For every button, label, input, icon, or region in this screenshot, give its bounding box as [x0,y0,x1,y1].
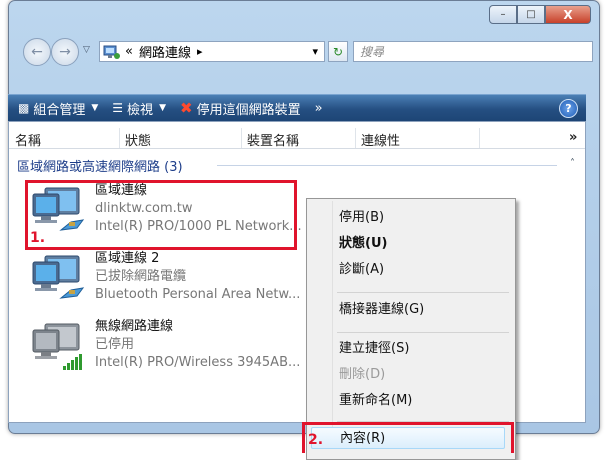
network-connection-icon [32,255,85,299]
column-status[interactable]: 狀態 [125,130,151,149]
close-button[interactable]: X [545,5,591,24]
address-row: ← → ▽ « 網路連線 ▸ ▾ ↻ 搜尋 [23,37,599,67]
connection-device: Intel(R) PRO/Wireless 3945AB... [95,355,301,370]
menu-item-delete: 刪除(D) [339,367,386,382]
column-divider[interactable] [241,128,242,148]
wireless-connection-icon [32,323,82,370]
crumb-arrow-icon[interactable]: ▸ [197,45,203,58]
address-bar[interactable]: « 網路連線 ▸ ▾ [99,41,325,62]
list-item[interactable]: 無線網路連線 已停用 Intel(R) PRO/Wireless 3945AB.… [29,318,329,378]
connection-name: 區域連線 2 [95,251,160,266]
group-header[interactable]: 區域網路或高速網際網路 (3) ˄ [17,156,579,175]
column-divider[interactable] [119,128,120,148]
column-name[interactable]: 名稱 [15,130,41,149]
menu-item-bridge[interactable]: 橋接器連線(G) [339,299,424,321]
step-2-label: 2. [308,432,324,448]
disable-device-label: 停用這個網路裝置 [196,102,301,118]
network-folder-icon [103,45,120,59]
connection-status: 已停用 [95,337,135,352]
column-divider[interactable] [355,128,356,148]
menu-separator [337,332,509,333]
more-commands-button[interactable]: » [315,101,323,116]
refresh-icon: ↻ [332,44,344,59]
views-icon: ☰ [112,101,124,115]
column-header-row: 名稱 狀態 裝置名稱 連線性 » [9,128,585,149]
maximize-button[interactable]: □ [517,5,545,24]
views-label: 檢視 [127,102,154,118]
menu-gutter [332,201,333,449]
connection-name: 無線網路連線 [95,319,174,334]
minimize-button[interactable]: – [489,5,517,24]
search-input[interactable]: 搜尋 [353,41,593,62]
menu-item-diagnose[interactable]: 診斷(A) [339,259,384,281]
step-1-label: 1. [30,230,46,246]
organize-icon: ▩ [18,101,30,115]
menu-item-create-shortcut[interactable]: 建立捷徑(S) [339,338,409,360]
item-text: 區域連線 2 已拔除網路電纜 Bluetooth Personal Area N… [95,250,300,304]
refresh-button[interactable]: ↻ [328,41,348,62]
chevron-down-icon: ▼ [159,103,166,113]
forward-button[interactable]: → [51,38,79,66]
menu-item-status[interactable]: 狀態(U) [339,233,387,255]
chevron-down-icon: ▼ [91,103,99,113]
recent-pages-dropdown-icon[interactable]: ▽ [83,45,90,55]
help-icon[interactable]: ? [559,99,578,118]
highlight-box-step-2 [302,422,514,453]
item-text: 無線網路連線 已停用 Intel(R) PRO/Wireless 3945AB.… [95,318,300,372]
context-menu: 停用(B) 狀態(U) 診斷(A) 橋接器連線(G) 建立捷徑(S) 刪除(D)… [306,198,516,460]
caption-buttons: – □ X [489,5,591,24]
column-connectivity[interactable]: 連線性 [361,130,400,149]
column-device-name[interactable]: 裝置名稱 [247,130,299,149]
address-dropdown-icon[interactable]: ▾ [312,45,318,58]
organize-button[interactable]: ▩ 組合管理 ▼ [18,99,98,118]
collapse-chevron-icon[interactable]: ˄ [570,158,575,169]
highlight-box-step-1 [25,180,297,250]
menu-separator [337,292,509,293]
forward-arrow-icon: → [59,44,71,60]
command-bar: ▩ 組合管理 ▼ ☰ 檢視 ▼ ✖ 停用這個網路裝置 » ? [8,94,586,121]
views-button[interactable]: ☰ 檢視 ▼ [112,99,166,118]
column-divider[interactable] [479,128,480,148]
menu-item-rename[interactable]: 重新命名(M) [339,390,412,412]
group-divider [217,165,557,166]
back-button[interactable]: ← [23,38,51,66]
address-crumb[interactable]: 網路連線 [139,42,191,61]
red-x-icon: ✖ [179,99,193,117]
group-label: 區域網路或高速網際網路 (3) [17,160,183,175]
disable-device-button[interactable]: ✖ 停用這個網路裝置 [180,99,301,118]
more-columns-icon[interactable]: » [569,130,577,145]
connection-device: Bluetooth Personal Area Netw... [95,287,301,302]
connection-status: 已拔除網路電纜 [95,269,187,284]
back-arrow-icon: ← [31,44,43,60]
menu-item-disable[interactable]: 停用(B) [339,207,384,229]
list-item[interactable]: 區域連線 2 已拔除網路電纜 Bluetooth Personal Area N… [29,250,329,310]
organize-label: 組合管理 [33,102,86,118]
address-prefix: « [125,44,133,59]
